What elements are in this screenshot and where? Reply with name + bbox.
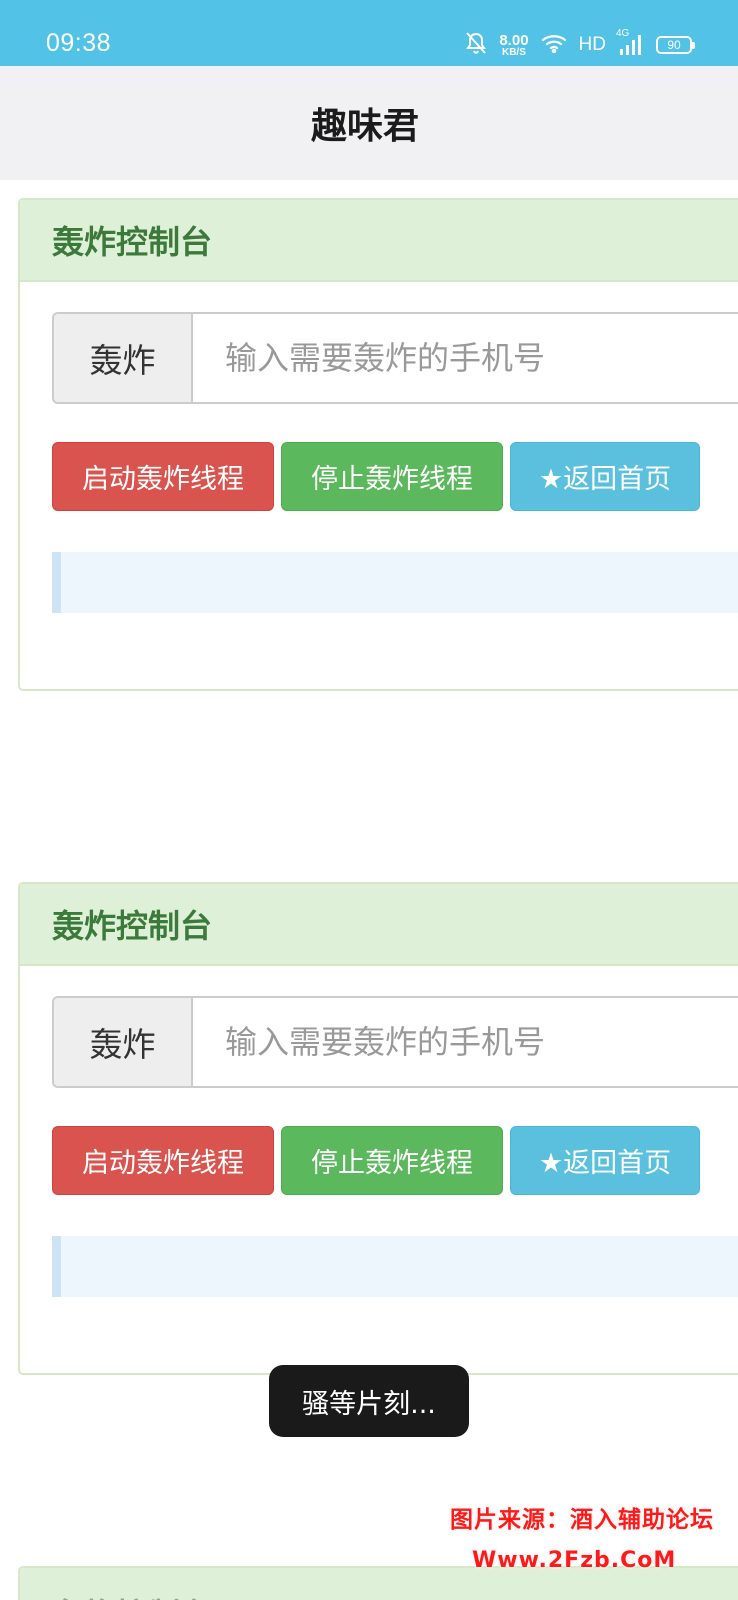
loading-toast: 骚等片刻... [269,1365,469,1437]
output-box [52,552,738,613]
start-bombing-button[interactable]: 启动轰炸线程 [52,442,274,511]
phone-number-input[interactable] [193,998,738,1086]
app-header: 趣味君 [0,66,738,180]
panel-title: 轰炸控制台 [52,1590,212,1600]
panel-header: 轰炸控制台 [20,884,738,966]
notification-muted-icon [465,31,487,59]
status-bar: 09:38 8.00 KB/S HD 4G 90 [0,0,738,66]
control-panel: 轰炸控制台 轰炸 启动轰炸线程 停止轰炸线程 ★返回首页 [18,198,738,691]
input-addon-label: 轰炸 [54,998,193,1086]
watermark-source: 图片来源：酒入辅助论坛 [450,1507,714,1533]
back-home-button[interactable]: ★返回首页 [510,442,700,511]
stop-bombing-button[interactable]: 停止轰炸线程 [281,1126,503,1195]
wifi-icon [541,33,567,57]
status-time: 09:38 [46,29,112,57]
control-panel: 轰炸控制台 轰炸 启动轰炸线程 停止轰炸线程 ★返回首页 [18,882,738,1375]
watermark-url: Www.2Fzb.CoM [472,1548,677,1573]
status-icons: 8.00 KB/S HD 4G 90 [465,28,695,60]
network-speed: 8.00 KB/S [499,31,529,58]
phone-input-group: 轰炸 [52,312,738,404]
panel-title: 轰炸控制台 [52,223,213,261]
phone-input-group: 轰炸 [52,996,738,1088]
output-box [52,1236,738,1297]
input-addon-label: 轰炸 [54,314,193,402]
panel-title: 轰炸控制台 [52,907,213,945]
back-home-button[interactable]: ★返回首页 [510,1126,700,1195]
button-row: 启动轰炸线程 停止轰炸线程 ★返回首页 [52,1126,700,1195]
button-row: 启动轰炸线程 停止轰炸线程 ★返回首页 [52,442,700,511]
page-title: 趣味君 [310,106,419,147]
stop-bombing-button[interactable]: 停止轰炸线程 [281,442,503,511]
phone-number-input[interactable] [193,314,738,402]
panel-header: 轰炸控制台 [20,200,738,282]
signal-icon: 4G [616,28,644,56]
hd-indicator: HD [578,34,606,55]
battery-icon: 90 [656,36,695,54]
start-bombing-button[interactable]: 启动轰炸线程 [52,1126,274,1195]
